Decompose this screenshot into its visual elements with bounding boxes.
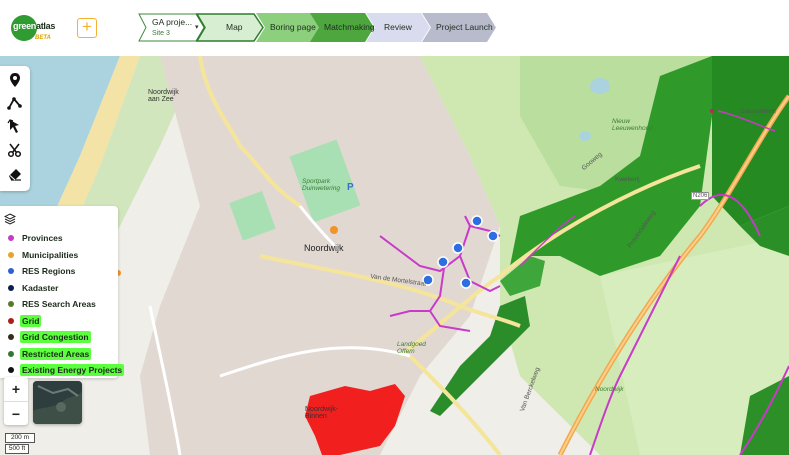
step-review[interactable]: Review: [366, 13, 430, 42]
layer-label: Municipalities: [22, 249, 79, 260]
layer-label: Kadaster: [22, 282, 59, 293]
step-boring-page-label: Boring page: [270, 22, 316, 32]
layer-label: Grid: [20, 314, 42, 327]
step-project-launch[interactable]: Project Launch: [422, 13, 496, 42]
zoom-control: + −: [4, 377, 28, 425]
beta-badge: BETA: [35, 35, 51, 41]
map-canvas[interactable]: Noordwijk Noordwijk aan Zee Noordwijk-Bi…: [0, 56, 789, 455]
app-window: greenatlas BETA + GA proje... Site 3 ▾ M…: [0, 0, 789, 455]
map-label-kwekerij: Kwekerij: [615, 176, 640, 183]
project-name: GA proje...: [152, 17, 193, 27]
draw-line-icon[interactable]: [6, 94, 24, 112]
basemap-thumbnail[interactable]: [33, 381, 82, 424]
logo-word-atlas: atlas: [36, 21, 56, 31]
map-base-layer: [0, 56, 789, 455]
layer-color-dot: [8, 317, 14, 324]
project-site: Site 3: [152, 30, 170, 37]
layer-color-dot: [8, 251, 14, 258]
eraser-icon[interactable]: [6, 165, 24, 183]
parking-icon: P: [347, 182, 354, 193]
scale-bar-imperial: 500 ft: [5, 444, 29, 454]
zoom-in-button[interactable]: +: [4, 377, 28, 401]
logo-wordmark: greenatlas: [13, 21, 55, 31]
step-project-launch-label: Project Launch: [436, 22, 493, 32]
map-label-town: Noordwijk: [304, 243, 344, 253]
map-label-sportpark: Sportpark Duinwetering: [302, 178, 340, 192]
green-atlas-logo[interactable]: greenatlas BETA: [11, 13, 55, 43]
layers-panel: Provinces Municipalities RES Regions Kadast…: [0, 206, 125, 378]
zoom-out-button[interactable]: −: [4, 401, 28, 425]
satellite-preview: [33, 381, 82, 424]
layer-label: Provinces: [22, 233, 63, 243]
layer-color-dot: [8, 284, 14, 291]
map-label-noordwijk-road: Noordwijk: [595, 386, 624, 393]
layer-color-dot: [8, 350, 14, 357]
step-matchmaking-label: Matchmaking: [324, 22, 375, 32]
layer-color-dot: [8, 367, 14, 373]
layer-label: Existing Energy Projects: [20, 364, 125, 376]
layer-color-dot: [8, 235, 14, 241]
map-label-sassenheim: Sassenheim: [740, 108, 776, 115]
cut-scissors-icon[interactable]: [6, 141, 24, 159]
layers-stack-icon[interactable]: [3, 212, 17, 225]
step-matchmaking[interactable]: Matchmaking: [310, 13, 375, 42]
map-label-aan-zee: Noordwijk aan Zee: [148, 89, 179, 103]
layer-color-dot: [8, 334, 14, 340]
map-label-leeuwenhorst: Nieuw Leeuwenhorst: [612, 118, 653, 132]
road-badge-n206: N206: [691, 192, 710, 200]
layer-label: RES Search Areas: [22, 299, 96, 309]
scale-bar-metric: 200 m: [5, 433, 35, 443]
layer-color-dot: [8, 268, 14, 274]
add-project-button[interactable]: +: [77, 18, 97, 38]
map-label-landgoed: Landgoed Offem: [397, 341, 426, 355]
select-pointer-icon[interactable]: [6, 117, 24, 135]
project-selector[interactable]: GA proje... Site 3 ▾: [138, 13, 205, 42]
map-label-binnen: Noordwijk-Binnen: [305, 406, 339, 420]
step-review-label: Review: [384, 22, 412, 32]
step-map[interactable]: Map: [196, 13, 264, 42]
map-pin-icon[interactable]: [6, 71, 24, 89]
layer-label: Restricted Areas: [20, 347, 92, 360]
logo-word-green: green: [13, 21, 37, 31]
step-map-label: Map: [226, 22, 243, 32]
layer-label: RES Regions: [22, 266, 76, 276]
top-bar: greenatlas BETA + GA proje... Site 3 ▾ M…: [0, 0, 789, 56]
layer-label: Grid Congestion: [20, 331, 91, 343]
layer-color-dot: [8, 301, 14, 307]
draw-toolbar: [0, 66, 30, 191]
